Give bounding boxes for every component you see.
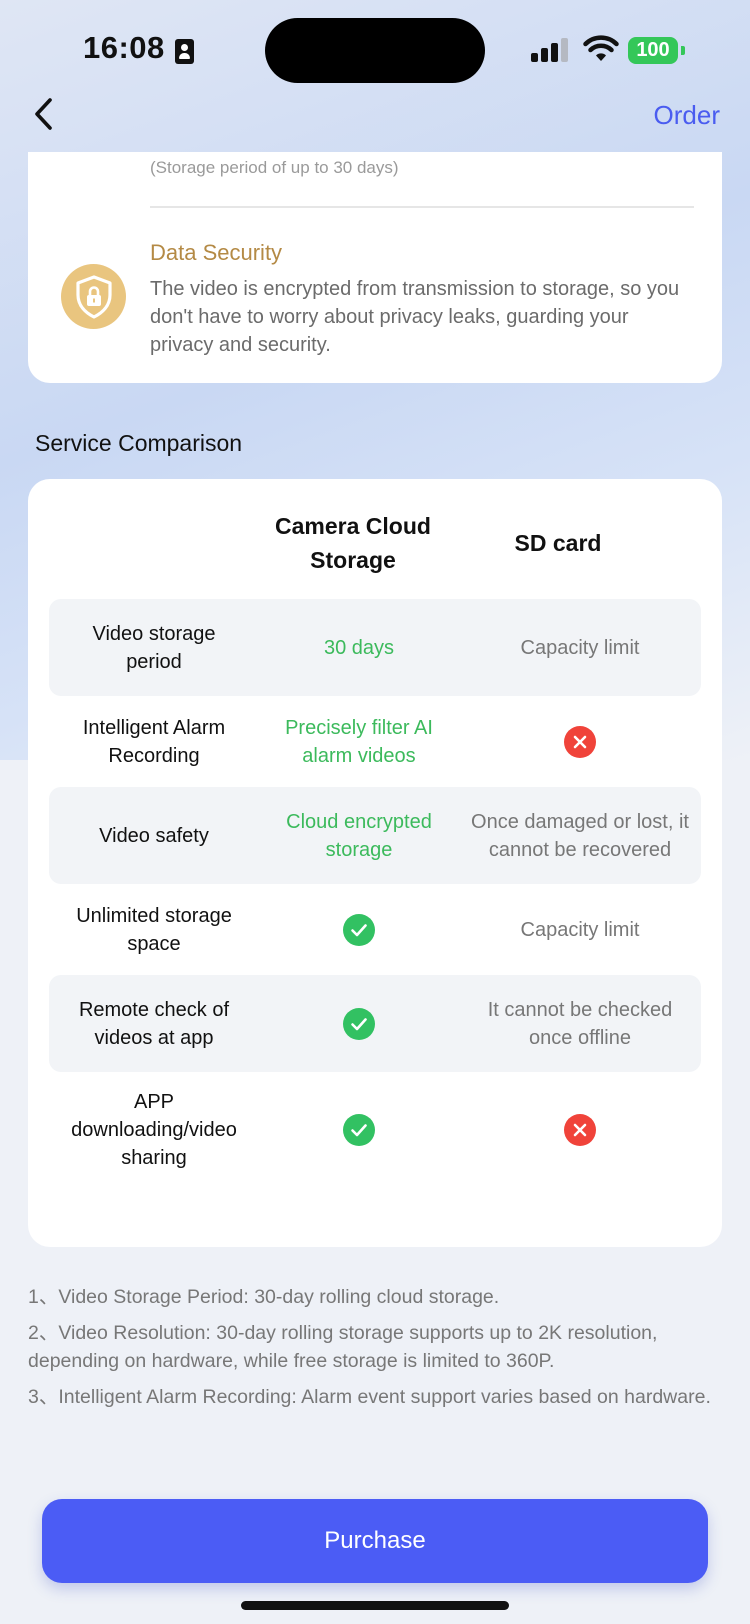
home-indicator bbox=[241, 1601, 509, 1610]
row-sd-value bbox=[459, 693, 701, 790]
row-sd-value bbox=[459, 1075, 701, 1185]
column-header-cloud-line1: Camera Cloud bbox=[275, 513, 431, 539]
row-feature: APP downloading/video sharing bbox=[71, 1091, 237, 1169]
footnote: 1、Video Storage Period: 30-day rolling c… bbox=[28, 1286, 500, 1308]
row-cloud-value: Cloud encrypted storage bbox=[286, 810, 432, 861]
table-row: Video safety Cloud encrypted storage Onc… bbox=[49, 787, 701, 884]
footnote: 2、Video Resolution: 30-day rolling stora… bbox=[28, 1322, 658, 1372]
row-feature: Unlimited storage space bbox=[76, 904, 232, 955]
row-feature: Video safety bbox=[99, 824, 209, 847]
battery-tip bbox=[681, 46, 685, 55]
check-icon bbox=[343, 1007, 375, 1040]
back-button[interactable] bbox=[28, 95, 68, 135]
cellular-signal-icon bbox=[531, 38, 571, 62]
status-time: 16:08 bbox=[83, 30, 165, 65]
row-feature: Remote check of videos at app bbox=[78, 998, 230, 1049]
column-header-cloud-line2: Storage bbox=[310, 547, 396, 573]
table-row: Remote check of videos at app It cannot … bbox=[49, 975, 701, 1072]
shield-lock-icon bbox=[61, 264, 126, 329]
check-icon bbox=[343, 913, 375, 946]
wifi-icon bbox=[583, 35, 619, 61]
data-security-title: Data Security bbox=[150, 240, 283, 265]
comparison-table: Camera Cloud Storage SD card Video stora… bbox=[28, 479, 722, 1247]
footnotes: 1、Video Storage Period: 30-day rolling c… bbox=[28, 1283, 718, 1419]
footnote: 3、Intelligent Alarm Recording: Alarm eve… bbox=[28, 1386, 711, 1408]
section-title: Service Comparison bbox=[35, 430, 243, 456]
row-cloud-value: Precisely filter AI alarm videos bbox=[285, 716, 433, 767]
dynamic-island bbox=[265, 18, 485, 83]
row-cloud-value: 30 days bbox=[323, 636, 395, 659]
column-header-sd: SD card bbox=[514, 530, 602, 556]
row-cloud-value bbox=[259, 881, 459, 978]
row-feature: Intelligent Alarm Recording bbox=[82, 716, 226, 767]
column-header-cloud: Camera Cloud Storage bbox=[253, 509, 453, 577]
data-security-description: The video is encrypted from transmission… bbox=[150, 278, 680, 356]
row-cloud-value bbox=[259, 1075, 459, 1185]
cross-icon bbox=[564, 1114, 596, 1146]
row-sd-value: Capacity limit bbox=[520, 636, 640, 659]
row-cloud-value bbox=[259, 975, 459, 1072]
table-row: Intelligent Alarm Recording Precisely fi… bbox=[49, 693, 701, 790]
order-link[interactable]: Order bbox=[654, 100, 720, 131]
chevron-left-icon bbox=[35, 98, 52, 130]
row-sd-value: Capacity limit bbox=[520, 918, 640, 941]
row-sd-value: It cannot be checked once offline bbox=[487, 998, 673, 1049]
cross-icon bbox=[564, 725, 596, 758]
table-row: Video storage period 30 days Capacity li… bbox=[49, 599, 701, 696]
row-feature: Video storage period bbox=[92, 622, 216, 673]
divider bbox=[150, 206, 694, 208]
storage-period-note: (Storage period of up to 30 days) bbox=[150, 158, 399, 177]
table-row: Unlimited storage space Capacity limit bbox=[49, 881, 701, 978]
check-icon bbox=[343, 1114, 375, 1146]
battery-indicator: 100 bbox=[628, 37, 678, 64]
features-card: (Storage period of up to 30 days) Data S… bbox=[28, 152, 722, 383]
contact-card-icon bbox=[175, 39, 194, 64]
row-sd-value: Once damaged or lost, it cannot be recov… bbox=[471, 810, 689, 861]
status-bar: 16:08 100 bbox=[0, 0, 750, 100]
purchase-button[interactable]: Purchase bbox=[42, 1499, 708, 1583]
table-row: APP downloading/video sharing bbox=[49, 1075, 701, 1185]
